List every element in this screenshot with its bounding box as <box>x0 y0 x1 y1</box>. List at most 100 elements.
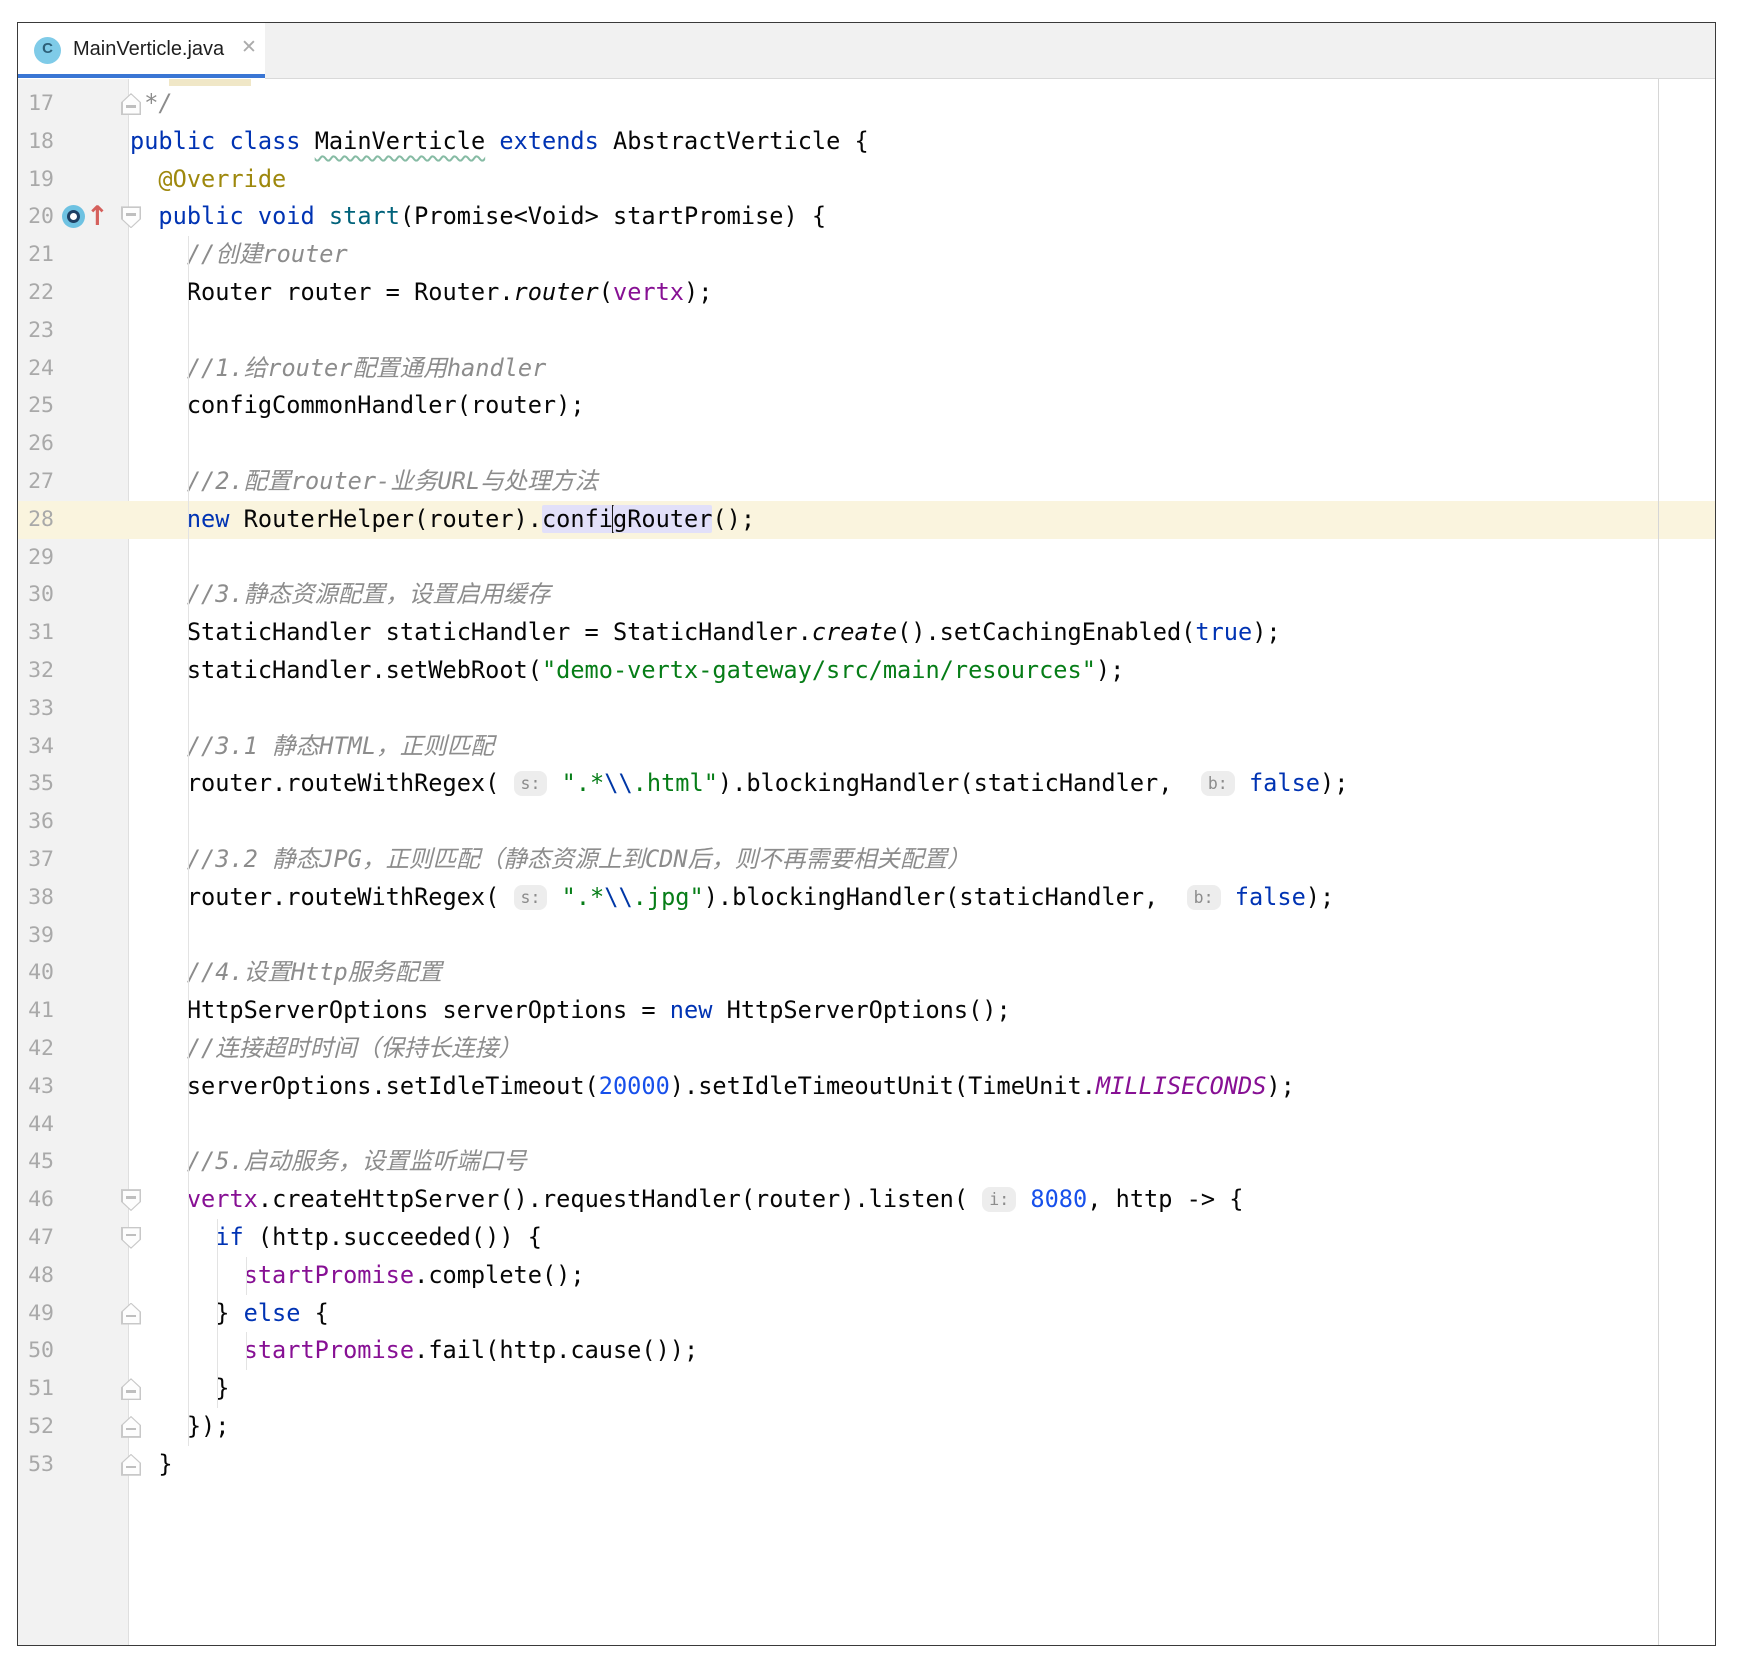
line-number[interactable]: 20 <box>18 198 54 236</box>
line-number[interactable]: 28 <box>18 501 54 539</box>
code-line[interactable]: 31 StaticHandler staticHandler = StaticH… <box>18 614 1715 652</box>
code-line[interactable]: 36 <box>18 803 1715 841</box>
code-line[interactable]: 39 <box>18 917 1715 955</box>
code-line[interactable]: 18public class MainVerticle extends Abst… <box>18 123 1715 161</box>
code-token: //1.给router配置通用handler <box>187 354 546 382</box>
code-line[interactable]: 35 router.routeWithRegex( s: ".*\\.html"… <box>18 765 1715 803</box>
line-number[interactable]: 19 <box>18 161 54 199</box>
code-line[interactable]: 34 //3.1 静态HTML，正则匹配 <box>18 728 1715 766</box>
line-number[interactable]: 45 <box>18 1143 54 1181</box>
line-number[interactable]: 40 <box>18 954 54 992</box>
code-token <box>1235 769 1249 797</box>
line-number[interactable]: 37 <box>18 841 54 879</box>
code-line[interactable]: 21 //创建router <box>18 236 1715 274</box>
code-line[interactable]: 38 router.routeWithRegex( s: ".*\\.jpg")… <box>18 879 1715 917</box>
line-number[interactable]: 38 <box>18 879 54 917</box>
line-number[interactable]: 21 <box>18 236 54 274</box>
indent-guide <box>246 1332 247 1370</box>
code-line[interactable]: 43 serverOptions.setIdleTimeout(20000).s… <box>18 1068 1715 1106</box>
code-token: (Promise<Void> startPromise) { <box>400 202 826 230</box>
line-number[interactable]: 49 <box>18 1295 54 1333</box>
code-line[interactable]: 47 if (http.succeeded()) { <box>18 1219 1715 1257</box>
code-line[interactable]: 19 @Override <box>18 161 1715 199</box>
line-number[interactable]: 36 <box>18 803 54 841</box>
code-token <box>1016 1185 1030 1213</box>
code-line[interactable]: 32 staticHandler.setWebRoot("demo-vertx-… <box>18 652 1715 690</box>
code-line[interactable]: 37 //3.2 静态JPG，正则匹配（静态资源上到CDN后，则不再需要相关配置… <box>18 841 1715 879</box>
line-number[interactable]: 25 <box>18 387 54 425</box>
line-number[interactable]: 39 <box>18 917 54 955</box>
code-line[interactable]: 48 startPromise.complete(); <box>18 1257 1715 1295</box>
code-line[interactable]: 30 //3.静态资源配置，设置启用缓存 <box>18 576 1715 614</box>
fold-minus-glyph <box>126 1428 136 1431</box>
tab-title: MainVerticle.java <box>73 38 224 61</box>
code-line[interactable]: 26 <box>18 425 1715 463</box>
close-tab-icon[interactable]: ✕ <box>241 36 257 59</box>
code-token: vertx <box>187 1185 258 1213</box>
code-line[interactable]: 40 //4.设置Http服务配置 <box>18 954 1715 992</box>
code-line[interactable]: 53 } <box>18 1446 1715 1484</box>
code-text: //5.启动服务，设置监听端口号 <box>18 1143 1715 1181</box>
code-line[interactable]: 45 //5.启动服务，设置监听端口号 <box>18 1143 1715 1181</box>
code-text: staticHandler.setWebRoot("demo-vertx-gat… <box>18 652 1715 690</box>
line-number[interactable]: 27 <box>18 463 54 501</box>
line-number[interactable]: 18 <box>18 123 54 161</box>
code-line[interactable]: 22 Router router = Router.router(vertx); <box>18 274 1715 312</box>
line-number[interactable]: 47 <box>18 1219 54 1257</box>
line-number[interactable]: 32 <box>18 652 54 690</box>
code-line[interactable]: 17 */ <box>18 85 1715 123</box>
line-number[interactable]: 43 <box>18 1068 54 1106</box>
code-line[interactable]: 51 } <box>18 1370 1715 1408</box>
line-number[interactable]: 23 <box>18 312 54 350</box>
code-editor[interactable]: 17 */18public class MainVerticle extends… <box>18 79 1715 1645</box>
code-line[interactable]: 44 <box>18 1106 1715 1144</box>
code-text: Router router = Router.router(vertx); <box>18 274 1715 312</box>
code-token: (http.succeeded()) { <box>244 1223 542 1251</box>
code-line[interactable]: 24 //1.给router配置通用handler <box>18 350 1715 388</box>
code-token: .createHttpServer().requestHandler(route… <box>258 1185 982 1213</box>
code-line[interactable]: 42 //连接超时时间（保持长连接） <box>18 1030 1715 1068</box>
code-line[interactable]: 33 <box>18 690 1715 728</box>
line-number[interactable]: 24 <box>18 350 54 388</box>
line-number[interactable]: 33 <box>18 690 54 728</box>
code-token <box>1221 883 1235 911</box>
line-number[interactable]: 46 <box>18 1181 54 1219</box>
line-number[interactable]: 34 <box>18 728 54 766</box>
line-number[interactable]: 31 <box>18 614 54 652</box>
code-token <box>485 127 499 155</box>
code-line[interactable]: 52 }); <box>18 1408 1715 1446</box>
line-number[interactable]: 42 <box>18 1030 54 1068</box>
code-line[interactable]: 28 new RouterHelper(router).configRouter… <box>18 501 1715 539</box>
code-line[interactable]: 49 } else { <box>18 1295 1715 1333</box>
code-line[interactable]: 46 vertx.createHttpServer().requestHandl… <box>18 1181 1715 1219</box>
code-token: //2.配置router-业务URL与处理方法 <box>187 467 598 495</box>
tab-mainverticle[interactable]: C MainVerticle.java ✕ <box>18 23 265 79</box>
code-line[interactable]: 23 <box>18 312 1715 350</box>
line-number[interactable]: 53 <box>18 1446 54 1484</box>
line-number[interactable]: 52 <box>18 1408 54 1446</box>
code-line[interactable]: 41 HttpServerOptions serverOptions = new… <box>18 992 1715 1030</box>
line-number[interactable]: 35 <box>18 765 54 803</box>
code-line[interactable]: 50 startPromise.fail(http.cause()); <box>18 1332 1715 1370</box>
line-number[interactable]: 44 <box>18 1106 54 1144</box>
code-text: //3.静态资源配置，设置启用缓存 <box>18 576 1715 614</box>
code-token: HttpServerOptions serverOptions = <box>130 996 670 1024</box>
override-arrow-icon[interactable]: ↑ <box>86 198 109 236</box>
line-number[interactable]: 29 <box>18 539 54 577</box>
line-number[interactable]: 26 <box>18 425 54 463</box>
line-number[interactable]: 30 <box>18 576 54 614</box>
line-number[interactable]: 22 <box>18 274 54 312</box>
code-line[interactable]: 27 //2.配置router-业务URL与处理方法 <box>18 463 1715 501</box>
code-token: RouterHelper(router). <box>229 505 542 533</box>
active-tab-underline <box>18 74 265 78</box>
code-line[interactable]: 20↑ public void start(Promise<Void> star… <box>18 198 1715 236</box>
code-text: //3.1 静态HTML，正则匹配 <box>18 728 1715 766</box>
line-number[interactable]: 51 <box>18 1370 54 1408</box>
line-number[interactable]: 48 <box>18 1257 54 1295</box>
line-number[interactable]: 50 <box>18 1332 54 1370</box>
line-number[interactable]: 17 <box>18 85 54 123</box>
code-line[interactable]: 29 <box>18 539 1715 577</box>
fold-minus-glyph <box>126 1315 136 1318</box>
code-line[interactable]: 25 configCommonHandler(router); <box>18 387 1715 425</box>
line-number[interactable]: 41 <box>18 992 54 1030</box>
